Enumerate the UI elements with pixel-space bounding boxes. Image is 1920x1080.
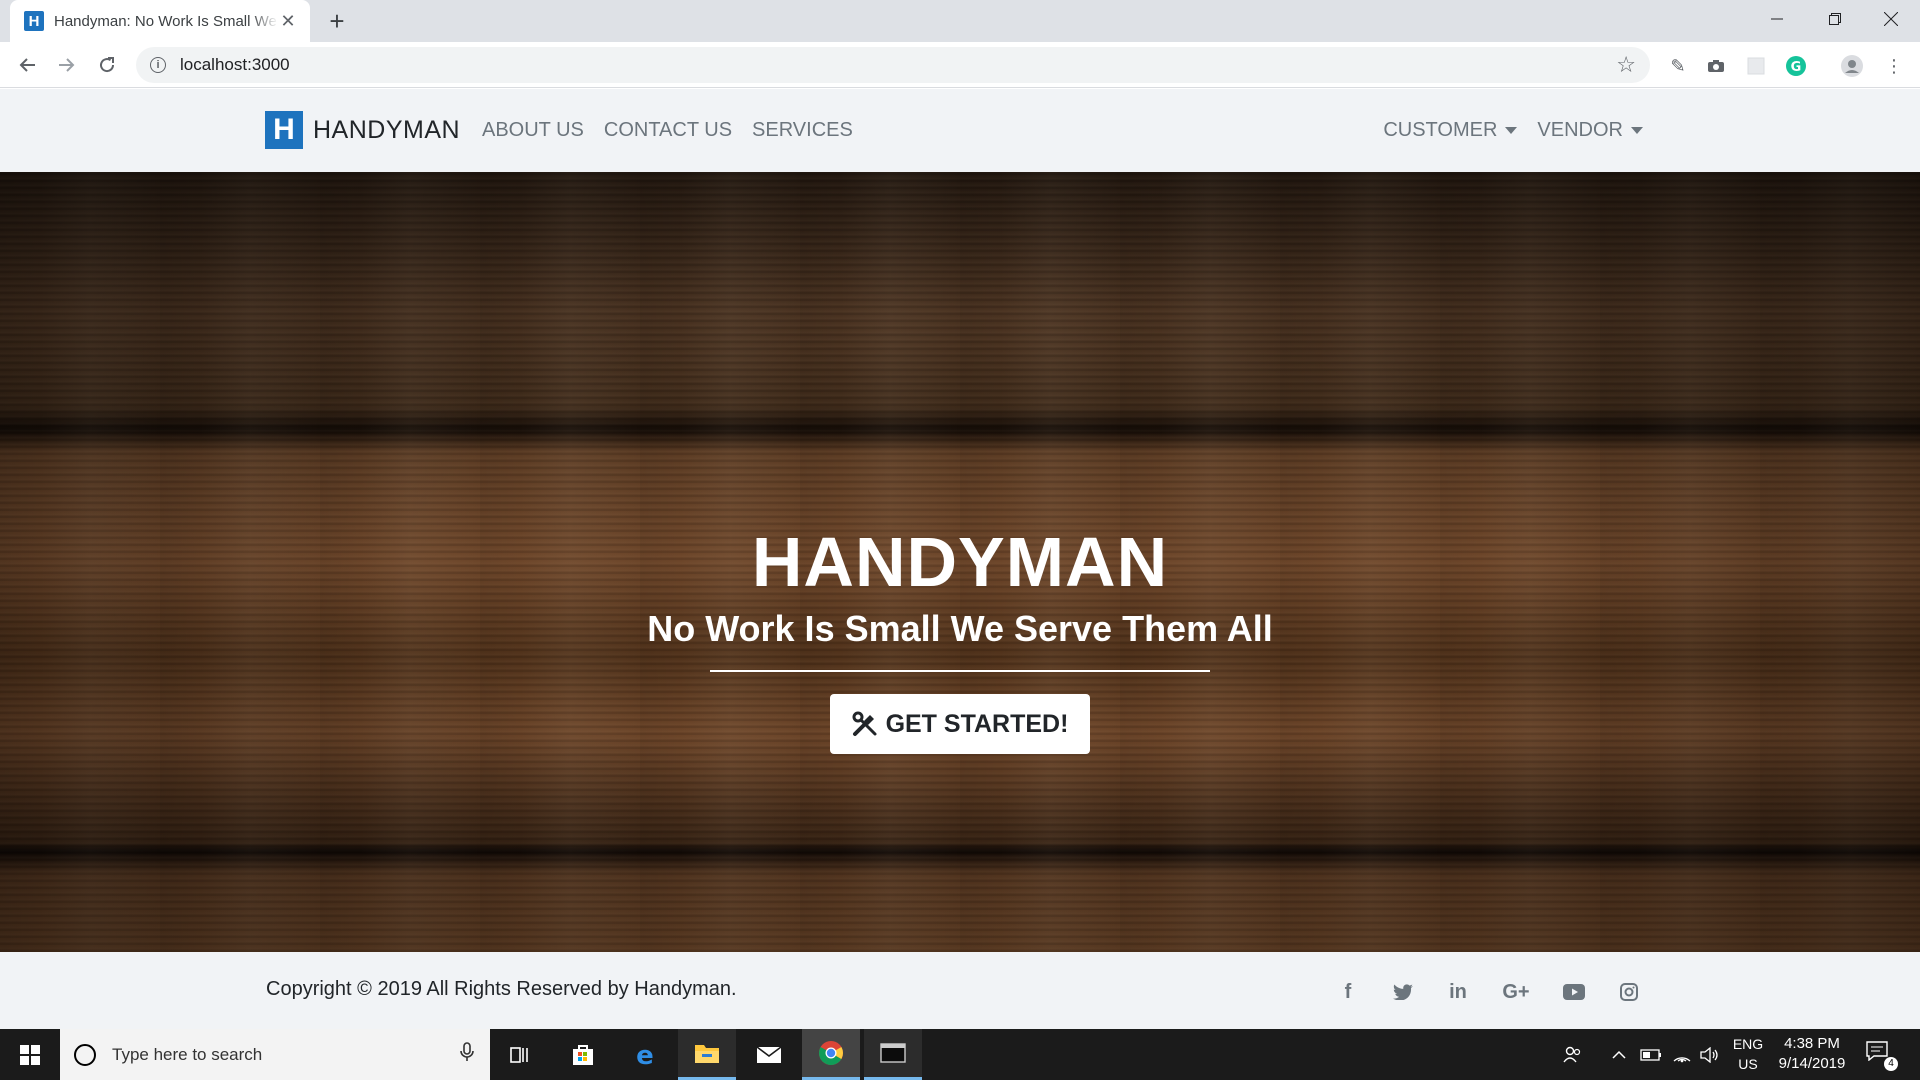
brand-link[interactable]: H HANDYMAN [265,111,460,149]
browser-tab-strip: H Handyman: No Work Is Small We Serve Th… [0,0,1920,42]
restore-button[interactable] [1806,0,1864,38]
caret-down-icon [1631,127,1643,135]
caret-down-icon [1505,127,1518,135]
back-arrow-icon [19,58,35,72]
site-info-icon[interactable]: i [150,57,166,73]
site-footer: Copyright © 2019 All Rights Reserved by … [0,952,1920,1029]
hero-section: HANDYMAN No Work Is Small We Serve Them … [0,172,1920,952]
site-favicon-icon: H [24,11,44,31]
edge-browser-icon[interactable]: e [616,1029,674,1080]
extension-camera-icon[interactable] [1704,54,1728,78]
youtube-icon[interactable] [1562,980,1586,1004]
start-button[interactable] [0,1029,60,1080]
task-view-icon[interactable] [490,1029,548,1080]
nav-link-contact-us[interactable]: CONTACT US [604,119,732,142]
mail-icon[interactable] [740,1029,798,1080]
social-links: f in G+ [1336,980,1641,1004]
chrome-icon[interactable] [802,1029,860,1080]
google-plus-icon[interactable]: G+ [1501,980,1531,1004]
url-text: localhost:3000 [180,55,290,74]
action-center-button[interactable]: 4 [1866,1041,1898,1071]
notification-icon [1866,1041,1888,1062]
forward-button[interactable] [52,50,82,80]
input-language-indicator[interactable]: ENG US [1730,1034,1766,1074]
browser-toolbar: i localhost:3000 ☆ ✎ G ⋮ [0,42,1920,88]
wifi-icon[interactable] [1672,1029,1692,1080]
vendor-dropdown-label: VENDOR [1537,119,1623,141]
profile-avatar-icon[interactable] [1840,54,1864,78]
file-explorer-icon[interactable] [678,1029,736,1080]
brand-logo-icon: H [265,111,303,149]
windows-logo-icon [20,1044,40,1065]
hero-title: HANDYMAN [751,523,1169,601]
reload-button[interactable] [92,50,122,80]
battery-icon[interactable] [1640,1029,1662,1080]
copyright-text: Copyright © 2019 All Rights Reserved by … [266,978,737,1000]
svg-text:e: e [636,1042,654,1068]
close-icon [1884,12,1898,26]
nav-link-services[interactable]: SERVICES [752,119,853,142]
instagram-icon[interactable] [1617,980,1641,1004]
extension-eyedropper-icon[interactable]: ✎ [1666,54,1690,78]
new-tab-button[interactable]: + [322,6,352,36]
notification-count-badge: 4 [1884,1057,1898,1071]
clock-time: 4:38 PM [1784,1035,1840,1052]
clock-date: 9/14/2019 [1778,1055,1846,1072]
windows-taskbar: Type here to search e ENG US 4:38 PM 9/1… [0,1029,1920,1080]
brand-name: HANDYMAN [313,115,461,144]
customer-dropdown[interactable]: CUSTOMER [1383,119,1518,142]
minimize-icon [1771,18,1783,20]
cortana-icon [74,1043,96,1066]
terminal-icon[interactable] [864,1029,922,1080]
close-window-button[interactable] [1862,0,1920,38]
taskbar-search-box[interactable]: Type here to search [60,1029,490,1080]
hero-subtitle: No Work Is Small We Serve Them All [647,608,1273,649]
site-navbar: H HANDYMAN ABOUT US CONTACT US SERVICES … [0,89,1920,172]
facebook-icon[interactable]: f [1336,980,1360,1004]
forward-arrow-icon [59,58,75,72]
minimize-button[interactable] [1748,0,1806,38]
language-code: ENG [1732,1036,1764,1052]
bookmark-star-icon[interactable]: ☆ [1616,52,1636,78]
people-icon[interactable] [1562,1029,1582,1080]
customer-dropdown-label: CUSTOMER [1383,119,1498,141]
get-started-button[interactable]: GET STARTED! [829,694,1091,754]
microphone-icon[interactable] [460,1042,474,1067]
browser-tab[interactable]: H Handyman: No Work Is Small We Serve Th… [10,0,310,42]
show-hidden-icons-chevron-up-icon[interactable] [1612,1029,1626,1080]
nav-dropdowns: CUSTOMER VENDOR [1383,119,1643,142]
back-button[interactable] [12,50,42,80]
nav-links: ABOUT US CONTACT US SERVICES [482,119,853,142]
reload-icon [100,57,115,73]
nav-link-about-us[interactable]: ABOUT US [482,119,584,142]
browser-menu-icon[interactable]: ⋮ [1882,54,1906,78]
system-clock[interactable]: 4:38 PM 9/14/2019 [1762,1034,1862,1074]
linkedin-icon[interactable]: in [1446,980,1470,1004]
restore-icon [1829,13,1841,25]
get-started-label: GET STARTED! [885,709,1069,738]
tab-title: Handyman: No Work Is Small We Serve Them… [54,12,278,30]
address-bar[interactable]: i localhost:3000 ☆ [136,47,1650,83]
taskbar-search-placeholder: Type here to search [112,1044,263,1064]
svg-text:G: G [1791,60,1802,75]
microsoft-store-icon[interactable] [554,1029,612,1080]
hero-divider [710,670,1210,672]
grammarly-icon[interactable]: G [1784,54,1808,78]
extension-blank-icon[interactable] [1744,54,1768,78]
vendor-dropdown[interactable]: VENDOR [1537,119,1643,142]
volume-icon[interactable] [1700,1029,1720,1080]
twitter-icon[interactable] [1391,980,1415,1004]
region-code: US [1738,1056,1758,1072]
tools-icon [852,711,877,736]
tab-close-icon[interactable]: ✕ [278,11,298,32]
hero-content: HANDYMAN No Work Is Small We Serve Them … [0,522,1920,754]
